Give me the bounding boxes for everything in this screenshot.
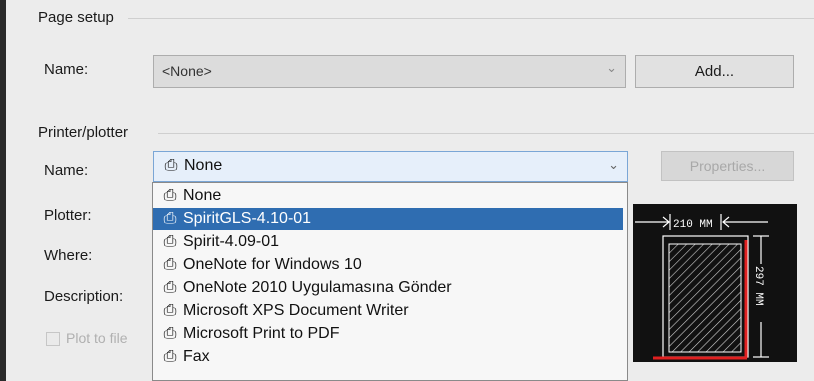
plot-to-file-label: Plot to file xyxy=(66,330,128,346)
paper-preview-drawing: 210 MM 297 MM xyxy=(635,214,769,360)
printer-icon: ⎙ xyxy=(163,302,177,319)
add-button[interactable]: Add... xyxy=(635,55,794,88)
printer-icon: ⎙ xyxy=(163,233,177,250)
printer-plotter-divider xyxy=(158,133,814,134)
printer-plotter-title: Printer/plotter xyxy=(38,124,129,141)
dropdown-item-none[interactable]: ⎙ None xyxy=(153,185,623,207)
page-setup-name-label: Name: xyxy=(44,61,89,78)
plot-to-file-checkbox[interactable] xyxy=(46,332,60,346)
printer-dropdown-list[interactable]: ⎙ None ⎙ SpiritGLS-4.10-01 ⎙ Spirit-4.09-01… xyxy=(152,182,628,381)
printer-icon: ⎙ xyxy=(163,210,177,227)
printer-name-combo[interactable]: ⎙ None ⌄ xyxy=(153,151,628,182)
dropdown-item-spirit[interactable]: ⎙ Spirit-4.09-01 xyxy=(153,231,623,253)
printer-icon: ⎙ xyxy=(163,325,177,342)
chevron-down-icon: ⌄ xyxy=(608,157,619,172)
printer-icon: ⎙ xyxy=(163,348,177,365)
window-edge xyxy=(0,0,6,381)
printer-icon: ⎙ xyxy=(163,187,177,204)
printer-name-selected: ⎙ None xyxy=(162,157,223,175)
plotter-label: Plotter: xyxy=(44,207,92,224)
description-label: Description: xyxy=(44,288,124,305)
page-setup-name-combo[interactable]: <None> ⌄ xyxy=(153,55,626,88)
where-label: Where: xyxy=(44,247,93,264)
page-setup-title: Page setup xyxy=(38,9,114,26)
properties-button[interactable]: Properties... xyxy=(661,151,794,181)
chevron-down-icon: ⌄ xyxy=(606,60,617,75)
printer-icon: ⎙ xyxy=(164,157,178,174)
paper-width-label: 210 MM xyxy=(673,219,713,231)
dropdown-item-spiritgls[interactable]: ⎙ SpiritGLS-4.10-01 xyxy=(153,208,623,230)
dropdown-item-print-to-pdf[interactable]: ⎙ Microsoft Print to PDF xyxy=(153,323,623,345)
printer-name-label: Name: xyxy=(44,162,89,179)
paper-preview: 210 MM 297 MM xyxy=(633,204,797,362)
printer-icon: ⎙ xyxy=(163,279,177,296)
paper-height-label: 297 MM xyxy=(752,266,764,306)
printer-icon: ⎙ xyxy=(163,256,177,273)
dropdown-item-onenote-2010[interactable]: ⎙ OneNote 2010 Uygulamasına Gönder xyxy=(153,277,623,299)
dropdown-item-xps-writer[interactable]: ⎙ Microsoft XPS Document Writer xyxy=(153,300,623,322)
dropdown-item-onenote-win10[interactable]: ⎙ OneNote for Windows 10 xyxy=(153,254,623,276)
page-setup-divider xyxy=(128,18,814,19)
page-setup-name-value: <None> xyxy=(162,63,212,79)
dropdown-item-fax[interactable]: ⎙ Fax xyxy=(153,346,623,368)
